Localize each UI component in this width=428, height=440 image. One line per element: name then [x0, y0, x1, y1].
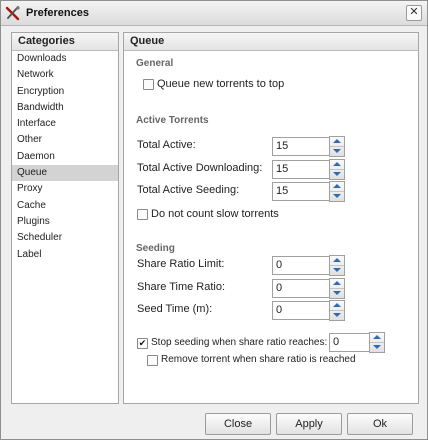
category-item-proxy[interactable]: Proxy: [12, 181, 118, 197]
category-item-encryption[interactable]: Encryption: [12, 84, 118, 100]
total-seeding-label: Total Active Seeding:: [137, 184, 240, 196]
stop-seeding-ratio-spinner[interactable]: [369, 332, 385, 353]
stop-seeding-label: Stop seeding when share ratio reaches:: [151, 337, 328, 348]
category-item-daemon[interactable]: Daemon: [12, 149, 118, 165]
total-downloading-spinner[interactable]: [329, 159, 345, 180]
arrow-down-icon[interactable]: [330, 266, 344, 275]
total-active-input[interactable]: 15: [272, 137, 330, 156]
total-active-spinner[interactable]: [329, 136, 345, 157]
total-seeding-spinner[interactable]: [329, 181, 345, 202]
total-active-label: Total Active:: [137, 139, 196, 151]
category-item-interface[interactable]: Interface: [12, 116, 118, 132]
category-item-network[interactable]: Network: [12, 67, 118, 83]
queue-new-top-checkbox[interactable]: [143, 79, 154, 90]
dont-count-slow-checkbox[interactable]: [137, 209, 148, 220]
apply-button[interactable]: Apply: [276, 413, 342, 435]
arrow-down-icon[interactable]: [330, 192, 344, 201]
category-item-other[interactable]: Other: [12, 132, 118, 148]
arrow-up-icon[interactable]: [330, 301, 344, 311]
category-item-plugins[interactable]: Plugins: [12, 214, 118, 230]
total-downloading-label: Total Active Downloading:: [137, 162, 263, 174]
arrow-up-icon[interactable]: [330, 160, 344, 170]
remove-torrent-checkbox[interactable]: [147, 355, 158, 366]
dont-count-slow-label: Do not count slow torrents: [151, 208, 279, 220]
seed-time-spinner[interactable]: [329, 300, 345, 321]
total-downloading-input[interactable]: 15: [272, 160, 330, 179]
category-item-downloads[interactable]: Downloads: [12, 51, 118, 67]
arrow-down-icon[interactable]: [330, 170, 344, 179]
close-icon: ✕: [409, 6, 419, 18]
category-item-scheduler[interactable]: Scheduler: [12, 230, 118, 246]
window-close-button[interactable]: ✕: [406, 5, 422, 21]
categories-panel: Categories Downloads Network Encryption Ban…: [11, 32, 119, 404]
arrow-down-icon[interactable]: [370, 343, 384, 352]
stop-seeding-checkbox[interactable]: ✔: [137, 338, 148, 349]
arrow-up-icon[interactable]: [370, 333, 384, 343]
preferences-window: Preferences ✕ Categories Downloads Networ…: [0, 0, 428, 440]
category-item-cache[interactable]: Cache: [12, 198, 118, 214]
category-item-queue[interactable]: Queue: [12, 165, 118, 182]
arrow-down-icon[interactable]: [330, 289, 344, 298]
queue-header: Queue: [124, 33, 418, 51]
arrow-up-icon[interactable]: [330, 279, 344, 289]
remove-torrent-label: Remove torrent when share ratio is reach…: [161, 354, 356, 365]
queue-new-top-label: Queue new torrents to top: [157, 78, 285, 90]
categories-list: Downloads Network Encryption Bandwidth Inter…: [12, 51, 118, 263]
close-button[interactable]: Close: [205, 413, 271, 435]
share-time-ratio-spinner[interactable]: [329, 278, 345, 299]
share-ratio-limit-label: Share Ratio Limit:: [137, 258, 225, 270]
stop-seeding-ratio-input[interactable]: 0: [329, 333, 370, 352]
title-bar[interactable]: Preferences ✕: [1, 1, 427, 26]
categories-header: Categories: [12, 33, 118, 51]
active-torrents-section-title: Active Torrents: [136, 115, 209, 126]
seed-time-input[interactable]: 0: [272, 301, 330, 320]
arrow-up-icon[interactable]: [330, 256, 344, 266]
queue-panel: Queue General Queue new torrents to top …: [123, 32, 419, 404]
arrow-down-icon[interactable]: [330, 147, 344, 156]
share-time-ratio-input[interactable]: 0: [272, 279, 330, 298]
seeding-section-title: Seeding: [136, 243, 175, 254]
seed-time-label: Seed Time (m):: [137, 303, 213, 315]
tools-icon: [5, 5, 21, 21]
category-item-bandwidth[interactable]: Bandwidth: [12, 100, 118, 116]
share-time-ratio-label: Share Time Ratio:: [137, 281, 226, 293]
category-item-label[interactable]: Label: [12, 247, 118, 263]
general-section-title: General: [136, 58, 174, 69]
share-ratio-limit-spinner[interactable]: [329, 255, 345, 276]
arrow-down-icon[interactable]: [330, 311, 344, 320]
arrow-up-icon[interactable]: [330, 137, 344, 147]
arrow-up-icon[interactable]: [330, 182, 344, 192]
share-ratio-limit-input[interactable]: 0: [272, 256, 330, 275]
window-title: Preferences: [26, 7, 89, 19]
checkmark-icon: ✔: [138, 338, 147, 348]
total-seeding-input[interactable]: 15: [272, 182, 330, 201]
ok-button[interactable]: Ok: [347, 413, 413, 435]
